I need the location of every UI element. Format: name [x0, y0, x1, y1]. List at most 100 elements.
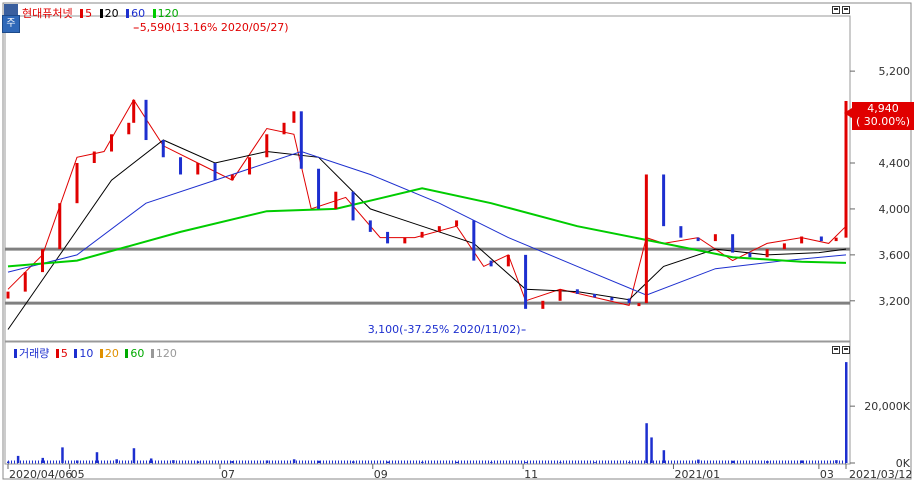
x-tick-label: 05 [71, 468, 85, 481]
low-annotation: 3,100(-37.25% 2020/11/02) [368, 323, 521, 336]
legend-label-ma120: 120 [157, 7, 179, 20]
volume-y-tick-label: 20,000K [864, 400, 910, 413]
price-candle [248, 157, 252, 175]
price-candle [292, 111, 296, 123]
price-candle [489, 260, 493, 267]
price-pane-minimize-button[interactable] [832, 6, 840, 14]
price-candle [731, 234, 735, 253]
price-candle [593, 293, 597, 298]
current-price-value: 4,940 [867, 102, 899, 115]
price-candle [748, 252, 752, 258]
vol-legend-label-20: 20 [104, 347, 119, 360]
price-candle [455, 220, 459, 227]
price-y-tick-label: 3,200 [879, 295, 911, 308]
volume-bar [845, 362, 848, 463]
x-tick-label: 03 [820, 468, 834, 481]
price-tag-pointer-icon [844, 108, 852, 118]
vol-legend-label-60: 60 [130, 347, 145, 360]
vol-legend-item-20[interactable]: 20 [99, 347, 119, 360]
stock-chart-window: { "legend": { "name": "현대퓨처넷", "items": … [0, 0, 914, 482]
price-candle [782, 243, 786, 250]
vol-legend-label-120: 120 [155, 347, 177, 360]
legend-item-ma120[interactable]: 120 [152, 7, 179, 20]
legend-item-ma5[interactable]: 5 [80, 7, 92, 20]
price-plot-area[interactable] [4, 15, 851, 342]
price-candle [23, 272, 27, 292]
price-y-tick-label: 4,400 [879, 157, 911, 170]
price-candle [819, 236, 823, 242]
price-candle [800, 236, 804, 244]
volume-pane-maximize-button[interactable] [842, 346, 850, 354]
price-candle [317, 168, 321, 209]
price-candle [110, 134, 114, 152]
price-candle [696, 237, 700, 242]
price-candle [282, 122, 286, 135]
price-candle [334, 191, 338, 209]
price-candle [403, 237, 407, 244]
price-candle [610, 297, 614, 301]
high-annotation: 5,590(13.16% 2020/05/27) [140, 21, 289, 34]
price-candle [834, 237, 838, 242]
price-candle [679, 226, 683, 238]
vol-legend-label-10: 10 [79, 347, 94, 360]
price-candle [637, 303, 641, 307]
period-badge[interactable]: 주 [2, 15, 20, 33]
price-candle [161, 140, 165, 158]
x-tick-label: 11 [524, 468, 538, 481]
vol-legend-item-120[interactable]: 120 [150, 347, 177, 360]
price-candle [368, 220, 372, 232]
current-price-change: ( 30.00%) [855, 115, 911, 128]
price-y-tick-label: 4,000 [879, 203, 911, 216]
price-candle [299, 111, 303, 169]
legend-label-ma60: 60 [131, 7, 146, 20]
price-candle [437, 226, 441, 232]
price-candle [386, 231, 390, 244]
price-candle [196, 162, 200, 175]
stock-name: 현대퓨처넷 [22, 7, 73, 20]
price-candle [558, 289, 562, 301]
price-candle [265, 134, 269, 158]
price-candle [58, 203, 62, 250]
price-candle [75, 162, 79, 204]
volume-legend-title: 거래량 [14, 347, 49, 360]
legend-label-ma20: 20 [104, 7, 119, 20]
volume-pane-minimize-button[interactable] [832, 346, 840, 354]
vol-legend-item-60[interactable]: 60 [125, 347, 144, 360]
volume-bar [650, 437, 653, 463]
price-candle [627, 298, 631, 304]
vol-legend-item-5[interactable]: 5 [55, 347, 68, 360]
x-tick-label: 2021/01 [674, 468, 720, 481]
price-y-tick-label: 3,600 [879, 249, 911, 262]
volume-bar [800, 460, 804, 463]
price-pane-maximize-button[interactable] [842, 6, 850, 14]
price-legend: 현대퓨처넷 5 20 60 120 [22, 5, 183, 21]
vol-legend-item-10[interactable]: 10 [74, 347, 93, 360]
price-candle [230, 174, 234, 181]
price-y-tick-label: 5,200 [879, 65, 911, 78]
price-candle [144, 99, 148, 141]
price-candle [506, 254, 510, 267]
volume-bar [645, 423, 648, 463]
price-candle [6, 291, 10, 299]
volume-bar [95, 452, 99, 463]
price-candle [713, 234, 717, 242]
price-candle [662, 174, 666, 227]
legend-label-ma5: 5 [85, 7, 93, 20]
price-candle [472, 220, 476, 261]
price-candle [132, 99, 136, 123]
x-tick-label: 07 [221, 468, 235, 481]
x-tick-label: 2021/03/12 [849, 468, 912, 481]
volume-legend-name: 거래량 [19, 347, 50, 360]
price-candle [351, 191, 355, 221]
legend-item-ma20[interactable]: 20 [99, 7, 119, 20]
chart-canvas: 5,2004,8004,4004,0003,6003,20020,000K0K2… [2, 2, 912, 481]
vol-legend-label-5: 5 [60, 347, 68, 360]
price-candle [541, 300, 545, 309]
price-candle [644, 174, 648, 304]
price-candle [420, 231, 424, 238]
price-candle [844, 100, 848, 238]
legend-item-ma60[interactable]: 60 [126, 7, 145, 20]
current-price-tag: 4,940 ( 30.00%) [852, 102, 914, 130]
x-tick-label: 2020/04/06 [9, 468, 72, 481]
price-candle [41, 249, 45, 273]
